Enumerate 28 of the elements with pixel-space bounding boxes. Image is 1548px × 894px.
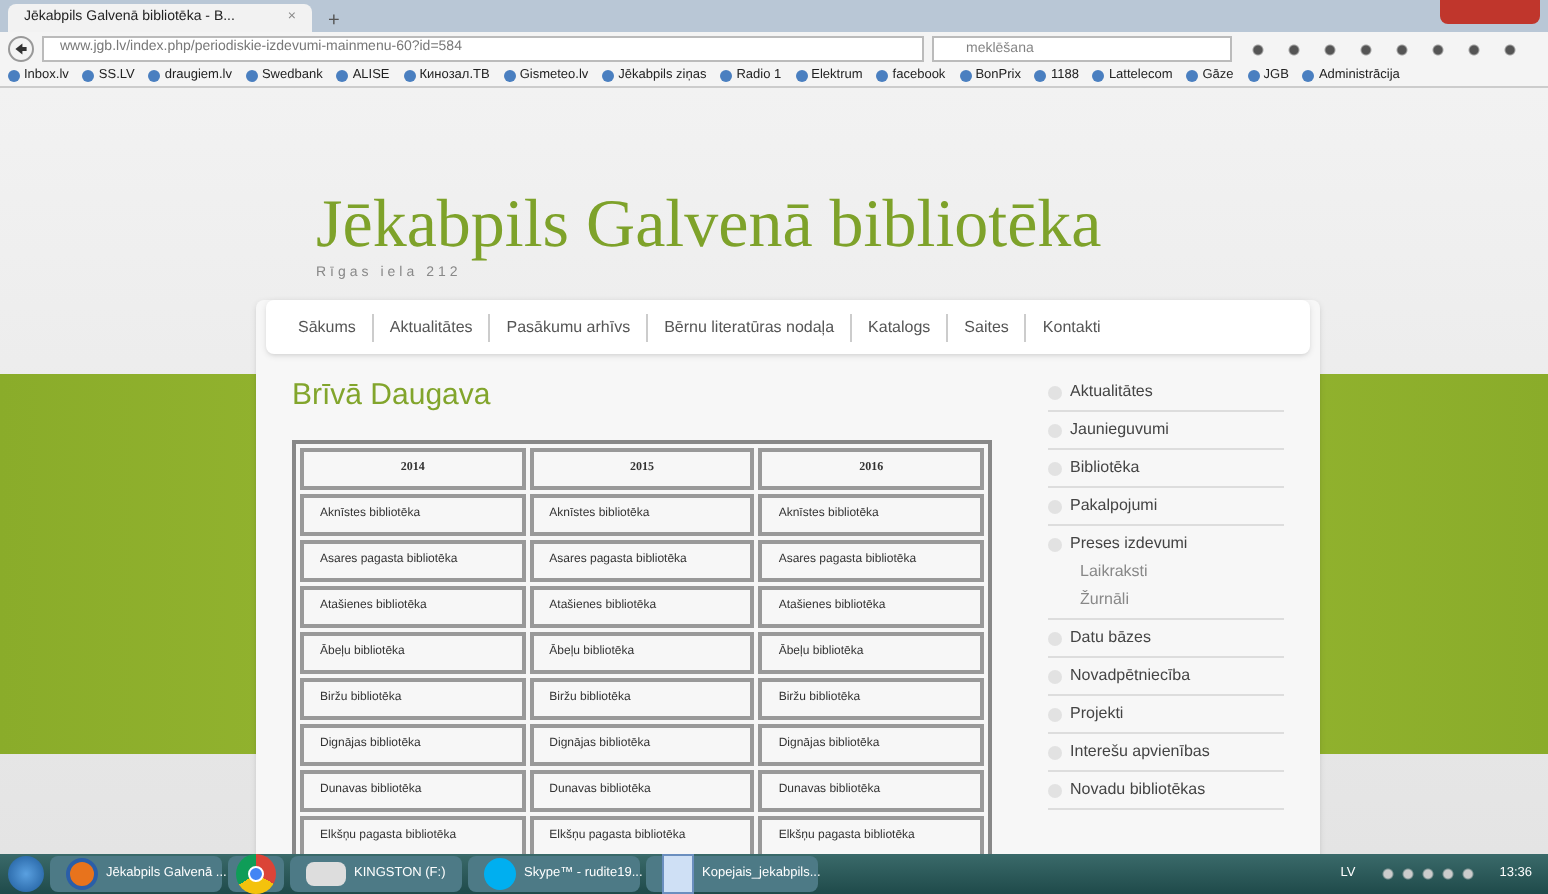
page-heading: Brīvā Daugava: [292, 376, 493, 416]
taskbar-button[interactable]: [228, 856, 284, 892]
site-title: Jēkabpils Galvenā bibliotēka: [316, 191, 1104, 259]
nav-link[interactable]: Aktualitātes: [373, 315, 489, 339]
chat-icon: [484, 858, 516, 890]
sidebar-link[interactable]: Projekti: [1048, 702, 1284, 726]
sidebar-link[interactable]: Novadu bibliotēkas: [1048, 778, 1284, 802]
sidebar-link[interactable]: Pakalpojumi: [1048, 494, 1284, 518]
sidebar-link[interactable]: Jaunieguvumi: [1048, 418, 1284, 442]
tray-icons: [1377, 866, 1478, 882]
sidebar-link[interactable]: Preses izdevumi: [1048, 532, 1284, 556]
nav-link[interactable]: Sākums: [282, 315, 372, 339]
browser-icon: [66, 858, 98, 890]
sidebar-link[interactable]: Interešu apvienības: [1048, 740, 1284, 764]
back-icon[interactable]: [8, 36, 34, 62]
nav-link[interactable]: Saites: [948, 315, 1025, 339]
nav-link[interactable]: Katalogs: [852, 315, 947, 339]
nav-link[interactable]: Kontakti: [1026, 315, 1117, 339]
new-tab-button[interactable]: +: [320, 12, 348, 32]
start-button[interactable]: [8, 856, 44, 892]
sidebar-link[interactable]: Bibliotēka: [1048, 456, 1284, 480]
drive-icon: [306, 862, 346, 886]
sidebar-link[interactable]: Novadpētniecība: [1048, 664, 1284, 688]
nav-link[interactable]: Bērnu literatūras nodaļa: [648, 315, 851, 339]
document-icon: [662, 854, 694, 894]
sidebar-link[interactable]: Aktualitātes: [1048, 380, 1284, 404]
sidebar-link[interactable]: Datu bāzes: [1048, 626, 1284, 650]
nav-link[interactable]: Pasākumu arhīvs: [490, 315, 647, 339]
